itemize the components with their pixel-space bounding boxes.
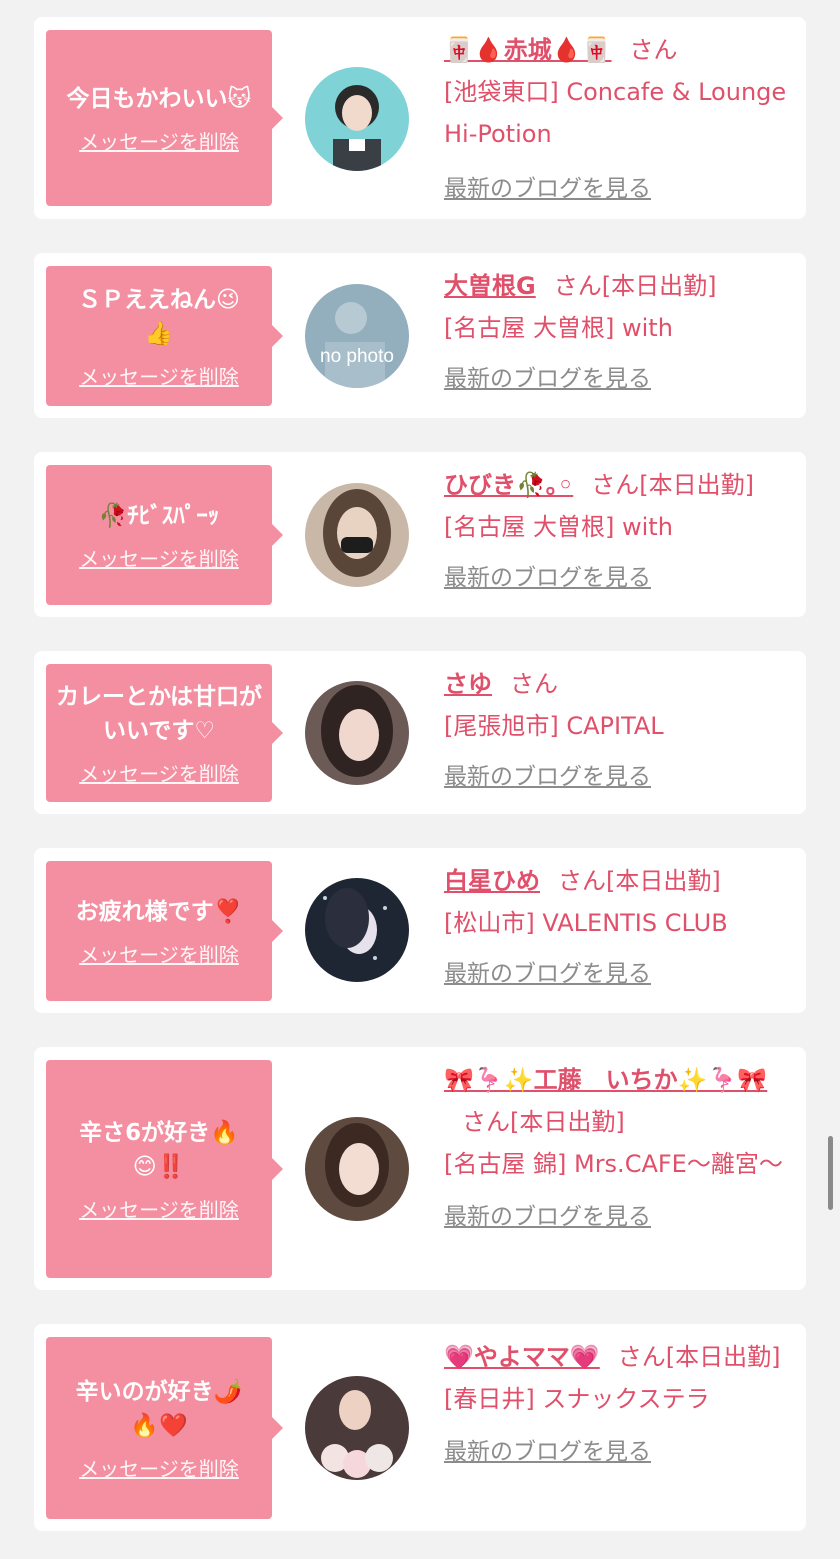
scrollbar[interactable] (828, 1136, 833, 1210)
delete-message-link[interactable]: メッセージを削除 (79, 939, 239, 968)
cast-info: 白星ひめ さん[本日出勤] [松山市] VALENTIS CLUB 最新のブログを… (444, 860, 794, 995)
attendance-status: [本日出勤] (606, 867, 721, 895)
latest-blog-link[interactable]: 最新のブログを見る (444, 1204, 651, 1230)
message-text: 辛さ6が好き🔥😊‼️ (79, 1119, 239, 1180)
latest-blog-link[interactable]: 最新のブログを見る (444, 565, 651, 591)
shop-name: [尾張旭市] CAPITAL (444, 712, 664, 740)
avatar[interactable]: no photo (305, 284, 409, 388)
attendance-status: [本日出勤] (601, 272, 717, 300)
avatar[interactable] (305, 1376, 409, 1480)
cast-info: 🎀🦩✨工藤 いちか✨🦩🎀 さん[本日出勤] [名古屋 錦] Mrs.CAFE〜離宮… (444, 1059, 794, 1238)
honorific: さん (629, 36, 678, 64)
shop-name: [春日井] スナックステラ (444, 1385, 710, 1413)
cast-info: 大曽根G さん[本日出勤] [名古屋 大曽根] with 最新のブログを見る (444, 265, 794, 400)
latest-blog-link[interactable]: 最新のブログを見る (444, 176, 651, 202)
message-text: 辛いのが好き🌶️🔥❤️ (75, 1378, 243, 1439)
avatar-photo-icon (305, 681, 409, 785)
avatar[interactable] (305, 483, 409, 587)
latest-blog-link[interactable]: 最新のブログを見る (444, 961, 651, 987)
attendance-status: [本日出勤] (639, 471, 754, 499)
avatar[interactable] (305, 681, 409, 785)
delete-message-link[interactable]: メッセージを削除 (79, 543, 239, 572)
delete-message-link[interactable]: メッセージを削除 (79, 1194, 239, 1223)
cast-info: さゆ さん [尾張旭市] CAPITAL 最新のブログを見る (444, 663, 794, 798)
message-list: 今日もかわいい😽 メッセージを削除 🀄🩸赤城🩸🀄 さん [池袋東口] Concaf… (0, 0, 840, 1559)
cast-name-link[interactable]: 大曽根G (444, 272, 536, 300)
list-item: ＳＰええねん😉👍 メッセージを削除 no photo 大曽根G さん[本日出勤] … (34, 253, 806, 418)
avatar[interactable] (305, 67, 409, 171)
shop-name: [松山市] VALENTIS CLUB (444, 909, 728, 937)
message-text: カレーとかは甘口がいいです♡ (55, 683, 263, 744)
cast-info: 🀄🩸赤城🩸🀄 さん [池袋東口] Concafe & Lounge Hi-Poti… (444, 29, 794, 210)
honorific: さん (553, 272, 602, 300)
honorific: さん (462, 1108, 510, 1136)
shop-name: [名古屋 錦] Mrs.CAFE〜離宮〜 (444, 1150, 783, 1178)
shop-name: [池袋東口] Concafe & Lounge Hi-Potion (444, 78, 787, 148)
delete-message-link[interactable]: メッセージを削除 (79, 126, 239, 155)
message-text: お疲れ様です❣️ (75, 898, 243, 925)
no-photo-placeholder-icon: no photo (305, 284, 409, 388)
list-item: 辛さ6が好き🔥😊‼️ メッセージを削除 🎀🦩✨工藤 いちか✨🦩🎀 さん[本日出勤]… (34, 1047, 806, 1290)
cast-name-link[interactable]: 🀄🩸赤城🩸🀄 (444, 36, 612, 64)
latest-blog-link[interactable]: 最新のブログを見る (444, 764, 651, 790)
message-bubble: 辛さ6が好き🔥😊‼️ メッセージを削除 (46, 1060, 283, 1278)
delete-message-link[interactable]: メッセージを削除 (79, 758, 239, 787)
honorific: さん (591, 471, 640, 499)
list-item: 辛いのが好き🌶️🔥❤️ メッセージを削除 💗やよママ💗 さん[本日出勤] [春日井… (34, 1324, 806, 1531)
cast-info: ひびき🥀｡◦ さん[本日出勤] [名古屋 大曽根] with 最新のブログを見る (444, 464, 794, 599)
message-bubble: お疲れ様です❣️ メッセージを削除 (46, 861, 283, 1001)
avatar-photo-icon (305, 483, 409, 587)
cast-name-link[interactable]: 💗やよママ💗 (444, 1343, 600, 1371)
honorific: さん (617, 1343, 666, 1371)
cast-name-link[interactable]: ひびき🥀｡◦ (444, 471, 573, 499)
no-photo-label: no photo (320, 346, 394, 367)
shop-name: [名古屋 大曽根] with (444, 314, 673, 342)
honorific: さん (558, 867, 606, 895)
avatar-photo-icon (305, 1117, 409, 1221)
attendance-status: [本日出勤] (510, 1108, 625, 1136)
message-bubble: 辛いのが好き🌶️🔥❤️ メッセージを削除 (46, 1337, 283, 1519)
list-item: カレーとかは甘口がいいです♡ メッセージを削除 さゆ さん [尾張旭市] CAPI… (34, 651, 806, 814)
message-bubble: ＳＰええねん😉👍 メッセージを削除 (46, 266, 283, 406)
avatar[interactable] (305, 1117, 409, 1221)
cast-info: 💗やよママ💗 さん[本日出勤] [春日井] スナックステラ 最新のブログを見る (444, 1336, 794, 1473)
cast-name-link[interactable]: 白星ひめ (444, 867, 540, 895)
attendance-status: [本日出勤] (665, 1343, 781, 1371)
latest-blog-link[interactable]: 最新のブログを見る (444, 366, 651, 392)
avatar-photo-icon (305, 1376, 409, 1480)
list-item: 🥀ﾁﾋﾞｽﾊﾟｰｯ メッセージを削除 ひびき🥀｡◦ さん[本日出勤] [名古屋 大… (34, 452, 806, 617)
list-item: 今日もかわいい😽 メッセージを削除 🀄🩸赤城🩸🀄 さん [池袋東口] Concaf… (34, 17, 806, 219)
delete-message-link[interactable]: メッセージを削除 (79, 361, 239, 390)
cast-name-link[interactable]: 🎀🦩✨工藤 いちか✨🦩🎀 (444, 1066, 767, 1094)
message-bubble: 🥀ﾁﾋﾞｽﾊﾟｰｯ メッセージを削除 (46, 465, 283, 605)
message-bubble: 今日もかわいい😽 メッセージを削除 (46, 30, 283, 206)
message-text: 今日もかわいい😽 (66, 85, 252, 112)
cast-name-link[interactable]: さゆ (444, 670, 492, 698)
message-text: ＳＰええねん😉👍 (78, 286, 240, 347)
honorific: さん (510, 670, 558, 698)
message-text: 🥀ﾁﾋﾞｽﾊﾟｰｯ (98, 502, 220, 529)
latest-blog-link[interactable]: 最新のブログを見る (444, 1439, 651, 1465)
avatar-photo-icon (305, 67, 409, 171)
avatar-photo-icon (305, 878, 409, 982)
list-item: お疲れ様です❣️ メッセージを削除 白星ひめ さん[本日出勤] [松山市] VAL… (34, 848, 806, 1013)
delete-message-link[interactable]: メッセージを削除 (79, 1453, 239, 1482)
avatar[interactable] (305, 878, 409, 982)
message-bubble: カレーとかは甘口がいいです♡ メッセージを削除 (46, 664, 283, 802)
shop-name: [名古屋 大曽根] with (444, 513, 673, 541)
